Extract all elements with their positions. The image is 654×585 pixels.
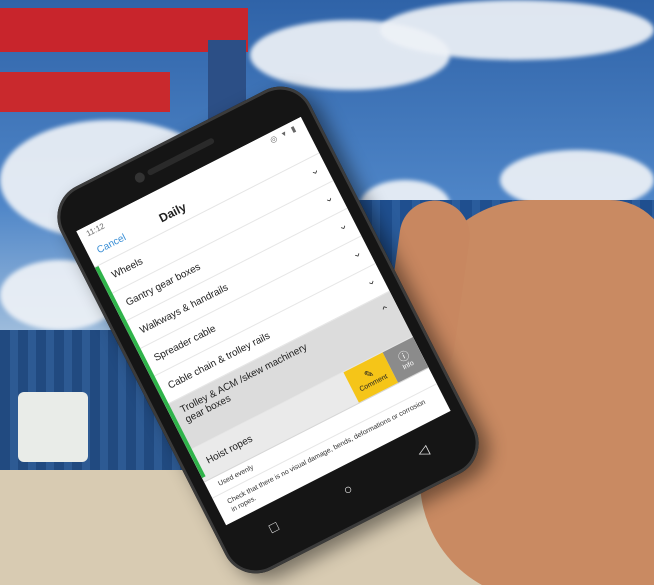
back-button[interactable]: ◁ [414, 441, 431, 461]
home-button[interactable]: ○ [340, 480, 355, 498]
truck [18, 392, 88, 462]
chevron-down-icon: › [323, 195, 336, 205]
item-label: Wheels [109, 255, 145, 281]
chevron-down-icon: › [309, 167, 322, 177]
chevron-down-icon: › [337, 223, 351, 232]
chevron-up-icon: › [378, 303, 391, 312]
chevron-down-icon: › [351, 250, 365, 260]
cloud [380, 0, 654, 60]
front-camera [133, 170, 147, 185]
recents-button[interactable]: □ [266, 518, 281, 536]
crane-beam-lower [0, 72, 170, 112]
chevron-down-icon: › [365, 278, 379, 287]
